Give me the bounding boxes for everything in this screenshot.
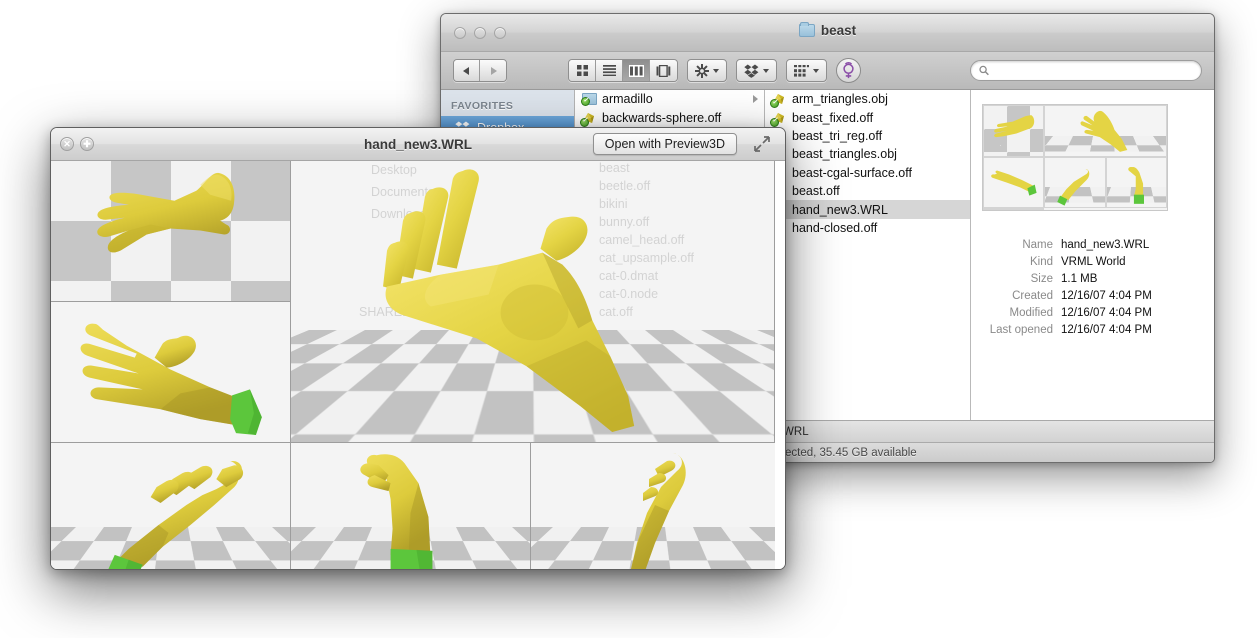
list-item-label: hand-closed.off xyxy=(792,221,877,235)
info-row-name: Name hand_new3.WRL xyxy=(981,237,1169,254)
mesh-file-icon xyxy=(772,111,787,125)
info-label: Modified xyxy=(981,305,1053,322)
list-item[interactable]: beast_triangles.obj xyxy=(765,145,970,163)
nav-buttons[interactable] xyxy=(453,59,507,82)
info-row-size: Size 1.1 MB xyxy=(981,271,1169,288)
hand-model-edge-on-narrow xyxy=(531,443,775,570)
quicklook-titlebar[interactable]: ✕ ✚ hand_new3.WRL Open with Preview3D xyxy=(51,128,785,161)
list-item-label: beast_fixed.off xyxy=(792,111,873,125)
info-row-last-opened: Last opened 12/16/07 4:04 PM xyxy=(981,322,1169,339)
dropbox-icon xyxy=(744,64,759,78)
pane-bottom-1[interactable] xyxy=(51,443,291,570)
finder-column-2[interactable]: arm_triangles.obj beast_fixed.off beast_… xyxy=(765,90,971,420)
info-label: Created xyxy=(981,288,1053,305)
open-button-label: Open with Preview3D xyxy=(605,137,725,151)
pane-main[interactable]: Desktop Documents Downloads SHARED beast… xyxy=(291,161,775,443)
hand-model-palm-angled xyxy=(51,302,290,442)
info-value: 12/16/07 4:04 PM xyxy=(1061,322,1152,339)
info-row-created: Created 12/16/07 4:04 PM xyxy=(981,288,1169,305)
info-label: Size xyxy=(981,271,1053,288)
search-input[interactable] xyxy=(994,64,1193,78)
coverflow-view-button[interactable] xyxy=(650,60,677,81)
mercury-glyph-icon xyxy=(840,62,857,79)
list-item[interactable]: arm_triangles.obj xyxy=(765,90,970,108)
pane-bottom-3[interactable] xyxy=(531,443,775,570)
info-label: Kind xyxy=(981,254,1053,271)
thumb-cell-top-left xyxy=(983,105,1044,157)
pane-bottom-2[interactable] xyxy=(291,443,531,570)
info-label: Last opened xyxy=(981,322,1053,339)
pane-top-left[interactable] xyxy=(51,161,291,302)
chevron-down-icon xyxy=(713,69,719,73)
arrange-menu-button[interactable] xyxy=(786,59,827,82)
forward-button[interactable] xyxy=(480,60,506,81)
list-item-label: hand_new3.WRL xyxy=(792,203,888,217)
thumb-cell-main xyxy=(1044,105,1167,157)
list-item-label: beast-cgal-surface.off xyxy=(792,166,912,180)
quicklook-3d-preview-grid[interactable]: Desktop Documents Downloads SHARED beast… xyxy=(51,161,785,569)
folder-icon xyxy=(799,24,815,37)
dropbox-menu-button[interactable] xyxy=(736,59,777,82)
hand-model-palm-front xyxy=(291,161,774,442)
finder-preview-column: Name hand_new3.WRL Kind VRML World Size … xyxy=(971,90,1179,420)
quicklook-window[interactable]: ✕ ✚ hand_new3.WRL Open with Preview3D xyxy=(50,127,786,570)
info-row-modified: Modified 12/16/07 4:04 PM xyxy=(981,305,1169,322)
list-item-label: armadillo xyxy=(602,92,653,106)
info-label: Name xyxy=(981,237,1053,254)
info-value: hand_new3.WRL xyxy=(1061,237,1149,254)
finder-title-text: beast xyxy=(821,23,856,38)
arrange-icon xyxy=(794,65,809,77)
info-value: 1.1 MB xyxy=(1061,271,1097,288)
expand-arrows-icon[interactable] xyxy=(753,135,771,153)
hand-model-edge-on xyxy=(291,443,530,570)
list-item[interactable]: armadillo xyxy=(575,90,764,108)
info-value: 12/16/07 4:04 PM xyxy=(1061,305,1152,322)
list-item-label: arm_triangles.obj xyxy=(792,92,888,106)
finder-window-title: beast xyxy=(441,23,1214,38)
list-item[interactable]: backwards-sphere.off xyxy=(575,108,764,126)
list-item-label: beast.off xyxy=(792,184,840,198)
search-field[interactable] xyxy=(970,60,1202,81)
open-with-preview3d-button[interactable]: Open with Preview3D xyxy=(593,133,737,155)
thumb-cell-bottom-1 xyxy=(1044,157,1105,209)
hand-model-dorsal-side xyxy=(51,443,290,570)
chevron-down-icon xyxy=(813,69,819,73)
file-info-panel: Name hand_new3.WRL Kind VRML World Size … xyxy=(981,237,1169,339)
hand-model-dorsal-angled xyxy=(51,161,290,301)
quicklook-badge-button[interactable] xyxy=(836,58,861,83)
finder-titlebar[interactable]: beast xyxy=(441,14,1214,52)
list-item-label: beast_tri_reg.off xyxy=(792,129,882,143)
list-item[interactable]: hand_new3.WRL xyxy=(765,200,970,218)
thumb-cell-bottom-2 xyxy=(1106,157,1167,209)
sidebar-header: FAVORITES xyxy=(441,98,574,116)
thumb-cell-bottom-3 xyxy=(983,208,1044,210)
list-item[interactable]: beast.off xyxy=(765,182,970,200)
mesh-file-icon xyxy=(582,111,597,125)
icon-view-button[interactable] xyxy=(569,60,596,81)
mesh-file-icon xyxy=(772,92,787,106)
list-view-button[interactable] xyxy=(596,60,623,81)
folder-icon xyxy=(582,93,597,105)
finder-toolbar[interactable] xyxy=(441,52,1214,90)
list-item-label: beast_triangles.obj xyxy=(792,147,897,161)
back-button[interactable] xyxy=(454,60,480,81)
info-row-kind: Kind VRML World xyxy=(981,254,1169,271)
info-value: 12/16/07 4:04 PM xyxy=(1061,288,1152,305)
thumb-cell-mid-left xyxy=(983,157,1044,209)
list-item[interactable]: beast-cgal-surface.off xyxy=(765,164,970,182)
chevron-right-icon xyxy=(753,95,758,103)
list-item[interactable]: hand-closed.off xyxy=(765,219,970,237)
list-item[interactable]: beast_tri_reg.off xyxy=(765,127,970,145)
action-menu-button[interactable] xyxy=(687,59,727,82)
view-mode-buttons[interactable] xyxy=(568,59,678,82)
quicklook-thumbnail xyxy=(982,104,1168,211)
info-value: VRML World xyxy=(1061,254,1126,271)
search-icon xyxy=(979,65,989,76)
list-item-label: backwards-sphere.off xyxy=(602,111,721,125)
gear-icon xyxy=(695,64,709,78)
chevron-down-icon xyxy=(763,69,769,73)
pane-mid-left[interactable] xyxy=(51,302,291,443)
list-item[interactable]: beast_fixed.off xyxy=(765,108,970,126)
column-view-button[interactable] xyxy=(623,60,650,81)
